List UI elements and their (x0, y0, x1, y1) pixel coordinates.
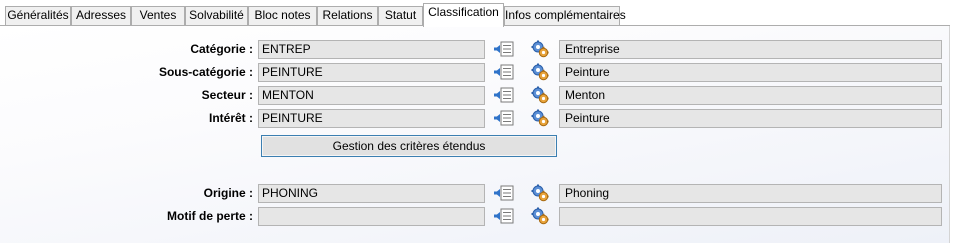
tab-generalites[interactable]: Généralités (5, 6, 71, 25)
categorie-code-field[interactable]: ENTREP (258, 40, 485, 59)
row-origine: Origine : PHONING Phoning (0, 184, 950, 203)
categorie-label: Catégorie : (190, 42, 253, 56)
motif-perte-description-field (559, 207, 942, 226)
origine-description-field: Phoning (559, 184, 942, 203)
origine-label: Origine : (203, 186, 253, 200)
secteur-code-field[interactable]: MENTON (258, 86, 485, 105)
secteur-label: Secteur : (201, 88, 253, 102)
motif-perte-label: Motif de perte : (167, 209, 253, 223)
interet-code-field[interactable]: PEINTURE (258, 109, 485, 128)
list-arrow-icon[interactable] (494, 208, 514, 224)
gear-icon[interactable] (531, 40, 549, 58)
tab-bloc-notes[interactable]: Bloc notes (248, 6, 317, 25)
tab-infos-complementaires[interactable]: Infos complémentaires (504, 6, 626, 25)
gear-icon[interactable] (531, 184, 549, 202)
origine-code-field[interactable]: PHONING (258, 184, 485, 203)
list-arrow-icon[interactable] (494, 185, 514, 201)
row-motif-perte: Motif de perte : (0, 207, 950, 226)
list-arrow-icon[interactable] (494, 110, 514, 126)
tab-classification[interactable]: Classification (423, 3, 504, 27)
sous-categorie-description-field: Peinture (559, 63, 942, 82)
list-arrow-icon[interactable] (494, 87, 514, 103)
sous-categorie-label: Sous-catégorie : (158, 65, 253, 79)
tab-solvabilite[interactable]: Solvabilité (185, 6, 248, 25)
interet-description-field: Peinture (559, 109, 942, 128)
row-sous-categorie: Sous-catégorie : PEINTURE Peinture (0, 63, 950, 82)
classification-panel: Catégorie : ENTREP Entreprise Sous-catég… (0, 26, 950, 243)
tab-statut[interactable]: Statut (378, 6, 423, 25)
motif-perte-code-field[interactable] (258, 207, 485, 226)
categorie-description-field: Entreprise (559, 40, 942, 59)
criteres-etendus-button[interactable]: Gestion des critères étendus (261, 135, 557, 157)
tab-relations[interactable]: Relations (317, 6, 378, 25)
row-interet: Intérêt : PEINTURE Peinture (0, 109, 950, 128)
gear-icon[interactable] (531, 109, 549, 127)
sous-categorie-code-field[interactable]: PEINTURE (258, 63, 485, 82)
gear-icon[interactable] (531, 63, 549, 81)
list-arrow-icon[interactable] (494, 64, 514, 80)
list-arrow-icon[interactable] (494, 41, 514, 57)
gear-icon[interactable] (531, 86, 549, 104)
tab-ventes[interactable]: Ventes (131, 6, 185, 25)
tab-bar: Généralités Adresses Ventes Solvabilité … (0, 0, 958, 27)
tab-adresses[interactable]: Adresses (71, 6, 131, 25)
secteur-description-field: Menton (559, 86, 942, 105)
interet-label: Intérêt : (208, 111, 253, 125)
gear-icon[interactable] (531, 207, 549, 225)
row-categorie: Catégorie : ENTREP Entreprise (0, 40, 950, 59)
row-secteur: Secteur : MENTON Menton (0, 86, 950, 105)
